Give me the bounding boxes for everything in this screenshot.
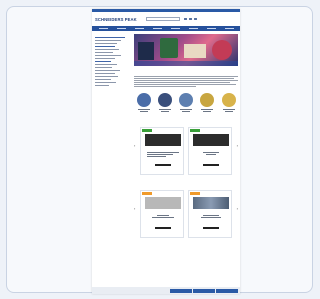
page-title-line [134, 70, 238, 74]
nav-item[interactable] [224, 27, 234, 30]
nav-item[interactable] [206, 27, 216, 30]
hero-banner-image[interactable] [134, 34, 238, 66]
cart-icon[interactable] [193, 17, 198, 21]
category-image [157, 93, 172, 108]
product-price [203, 163, 219, 166]
category-tile[interactable] [199, 93, 216, 112]
sidebar-item[interactable] [95, 70, 120, 71]
sidebar-item[interactable] [95, 55, 121, 56]
sidebar-item[interactable] [95, 76, 118, 77]
header-utility-links [183, 17, 198, 21]
nav-item[interactable] [170, 27, 180, 30]
product-card[interactable] [188, 126, 232, 175]
nav-item[interactable] [188, 27, 198, 30]
search-input[interactable] [145, 17, 180, 21]
carousel-prev-icon[interactable]: ‹ [134, 143, 135, 148]
web-page: SCHNEIDERS PEAK ‹ › ‹ › [92, 9, 240, 294]
nav-item[interactable] [152, 27, 162, 30]
product-image[interactable] [145, 196, 181, 209]
sidebar-menu [92, 31, 130, 238]
cookie-settings-button[interactable] [170, 288, 192, 293]
product-image[interactable] [145, 133, 181, 146]
nav-item[interactable] [116, 27, 126, 30]
category-tile[interactable] [135, 93, 152, 112]
category-image [136, 93, 151, 108]
sidebar-heading [95, 46, 115, 47]
nav-item[interactable] [134, 27, 144, 30]
sidebar-item[interactable] [95, 64, 117, 65]
product-card[interactable] [188, 189, 232, 238]
sidebar-item[interactable] [95, 43, 117, 44]
site-header: SCHNEIDERS PEAK [92, 12, 240, 26]
category-tile[interactable] [178, 93, 195, 112]
carousel-prev-icon[interactable]: ‹ [134, 206, 135, 211]
cookie-decline-button[interactable] [193, 288, 215, 293]
category-image [200, 93, 215, 108]
product-image[interactable] [193, 133, 229, 146]
sidebar-item[interactable] [95, 82, 116, 83]
product-carousel-1: ‹ › [134, 126, 238, 175]
sidebar-item[interactable] [95, 79, 111, 80]
category-circles [134, 93, 238, 112]
intro-paragraph [134, 76, 238, 88]
product-badge [190, 191, 200, 195]
product-card[interactable] [140, 126, 184, 175]
section-heading-new [134, 183, 238, 186]
category-image [179, 93, 193, 108]
sidebar-item[interactable] [95, 67, 112, 68]
section-heading-bestsellers [134, 120, 238, 123]
sidebar-item[interactable] [95, 73, 115, 74]
carousel-next-icon[interactable]: › [237, 143, 238, 148]
sidebar-item[interactable] [95, 58, 115, 59]
product-carousel-2: ‹ › [134, 189, 238, 238]
product-badge [142, 191, 152, 195]
cookie-accept-button[interactable] [216, 288, 238, 293]
sidebar-item[interactable] [95, 40, 121, 41]
sidebar-item[interactable] [95, 52, 113, 53]
carousel-next-icon[interactable]: › [237, 206, 238, 211]
sidebar-heading [95, 37, 125, 38]
wishlist-icon[interactable] [188, 17, 193, 21]
product-badge [190, 128, 200, 132]
main-column: ‹ › ‹ › [130, 31, 240, 238]
category-tile[interactable] [220, 93, 237, 112]
sidebar-heading [95, 61, 111, 62]
nav-item[interactable] [98, 27, 108, 30]
cookie-consent-bar [92, 287, 240, 294]
product-price [155, 163, 171, 166]
account-icon[interactable] [183, 17, 188, 21]
product-image[interactable] [193, 196, 229, 209]
category-tile[interactable] [156, 93, 173, 112]
product-card[interactable] [140, 189, 184, 238]
product-badge [142, 128, 152, 132]
page-content: ‹ › ‹ › [92, 31, 240, 238]
sidebar-item[interactable] [95, 49, 119, 50]
product-price [203, 226, 219, 229]
site-logo[interactable]: SCHNEIDERS PEAK [95, 17, 137, 22]
product-price [155, 226, 171, 229]
category-image [221, 93, 236, 108]
sidebar-item[interactable] [95, 85, 109, 86]
